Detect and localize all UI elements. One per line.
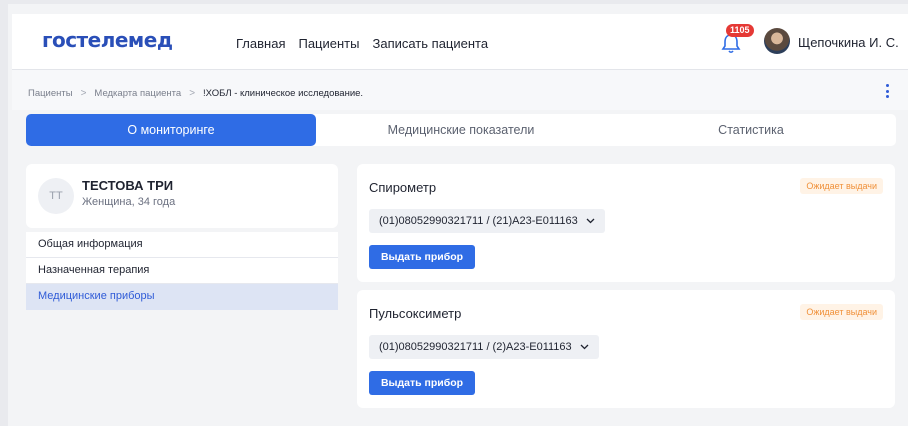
device-title: Пульсоксиметр bbox=[369, 306, 462, 321]
status-badge: Ожидает выдачи bbox=[800, 304, 883, 320]
more-vertical-icon[interactable] bbox=[884, 84, 890, 100]
menu-item-therapy[interactable]: Назначенная терапия bbox=[26, 258, 338, 284]
patient-name: ТЕСТОВА ТРИ bbox=[82, 178, 174, 193]
chevron-down-icon bbox=[586, 218, 595, 224]
device-card-spirometer: Спирометр Ожидает выдачи (01)08052990321… bbox=[357, 164, 895, 282]
breadcrumb: Пациенты > Медкарта пациента > !ХОБЛ - к… bbox=[12, 70, 908, 110]
device-serial-select[interactable]: (01)08052990321711 / (21)A23-E011163 bbox=[369, 209, 605, 233]
patient-initials-avatar: ТТ bbox=[38, 178, 74, 214]
breadcrumb-medical-record[interactable]: Медкарта пациента bbox=[94, 88, 181, 99]
menu-item-medical-devices[interactable]: Медицинские приборы bbox=[26, 284, 338, 310]
top-header: гостелемед Главная Пациенты Записать пац… bbox=[12, 14, 908, 70]
nav-book-patient[interactable]: Записать пациента bbox=[372, 36, 488, 51]
avatar[interactable] bbox=[764, 28, 790, 54]
device-serial-select[interactable]: (01)08052990321711 / (2)A23-E011163 bbox=[369, 335, 599, 359]
notification-badge: 1105 bbox=[726, 24, 754, 37]
tab-bar: О мониторинге Медицинские показатели Ста… bbox=[26, 114, 896, 146]
breadcrumb-separator: > bbox=[189, 88, 196, 99]
chevron-down-icon bbox=[580, 344, 589, 350]
tab-statistics[interactable]: Статистика bbox=[606, 114, 896, 146]
logo[interactable]: гостелемед bbox=[42, 28, 173, 52]
device-title: Спирометр bbox=[369, 180, 437, 195]
main-nav: Главная Пациенты Записать пациента bbox=[236, 36, 488, 51]
nav-patients[interactable]: Пациенты bbox=[298, 36, 359, 51]
issue-device-button[interactable]: Выдать прибор bbox=[369, 245, 475, 269]
tab-medical-indicators[interactable]: Медицинские показатели bbox=[316, 114, 606, 146]
patient-card: ТТ ТЕСТОВА ТРИ Женщина, 34 года bbox=[26, 164, 338, 228]
nav-home[interactable]: Главная bbox=[236, 36, 285, 51]
device-serial-value: (01)08052990321711 / (21)A23-E011163 bbox=[379, 215, 578, 227]
patient-meta: Женщина, 34 года bbox=[82, 196, 176, 208]
device-card-pulse-oximeter: Пульсоксиметр Ожидает выдачи (01)0805299… bbox=[357, 290, 895, 408]
breadcrumb-separator: > bbox=[80, 88, 87, 99]
side-menu: Общая информация Назначенная терапия Мед… bbox=[26, 232, 338, 310]
status-badge: Ожидает выдачи bbox=[800, 178, 883, 194]
menu-item-general-info[interactable]: Общая информация bbox=[26, 232, 338, 258]
issue-device-button[interactable]: Выдать прибор bbox=[369, 371, 475, 395]
device-serial-value: (01)08052990321711 / (2)A23-E011163 bbox=[379, 341, 572, 353]
user-name[interactable]: Щепочкина И. С. bbox=[798, 35, 899, 50]
breadcrumb-current: !ХОБЛ - клиническое исследование. bbox=[203, 88, 364, 99]
breadcrumb-patients[interactable]: Пациенты bbox=[28, 88, 73, 99]
tab-monitoring[interactable]: О мониторинге bbox=[26, 114, 316, 146]
